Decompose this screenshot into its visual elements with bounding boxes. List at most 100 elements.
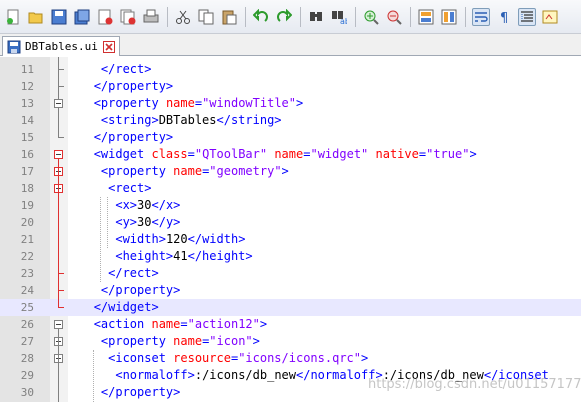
line-code: </property> <box>93 79 174 93</box>
save-button[interactable] <box>50 8 68 26</box>
line-code: </rect> <box>108 266 159 280</box>
code-line[interactable]: 11 </rect> <box>0 61 581 78</box>
redo-button[interactable] <box>275 8 293 26</box>
fold-end-marker <box>58 137 64 138</box>
sync-horizontal-button[interactable] <box>440 8 458 26</box>
line-code: <iconset resource="icons/icons.qrc"> <box>108 351 369 365</box>
code-line[interactable]: 13 <property name="windowTitle"> <box>0 95 581 112</box>
new-file-button[interactable] <box>4 8 22 26</box>
line-code: <property name="geometry"> <box>100 164 289 178</box>
code-line[interactable]: 18 <rect> <box>0 180 581 197</box>
code-line[interactable]: 12 </property> <box>0 78 581 95</box>
svg-text:¶: ¶ <box>500 11 508 25</box>
toolbar-separator <box>300 6 301 27</box>
code-line[interactable]: 28 <iconset resource="icons/icons.qrc"> <box>0 350 581 367</box>
watermark: https://blog.csdn.net/u011571773 <box>368 377 581 392</box>
sync-horizontal-icon <box>441 9 457 24</box>
toolbar-separator <box>167 6 168 27</box>
fold-toggle-icon[interactable] <box>54 99 63 108</box>
code-line[interactable]: 21 <width>120</width> <box>0 231 581 248</box>
line-number: 22 <box>20 250 34 263</box>
code-editor[interactable]: 11 </rect> 12 </property> 13 <property nam… <box>0 57 581 402</box>
close-icon[interactable] <box>102 40 115 53</box>
line-code: <property name="icon"> <box>100 334 260 348</box>
line-code: <y>30</y> <box>115 215 181 229</box>
line-code: <rect> <box>108 181 152 195</box>
save-icon <box>51 9 67 24</box>
line-code: </property> <box>100 385 181 399</box>
user-language-icon <box>542 10 558 23</box>
line-code: <string>DBTables</string> <box>100 113 282 127</box>
line-code: <widget class="QToolBar" name="widget" n… <box>93 147 477 161</box>
close-all-button[interactable] <box>119 8 137 26</box>
code-line[interactable]: 19 <x>30</x> <box>0 197 581 214</box>
code-line[interactable]: 17 <property name="geometry"> <box>0 163 581 180</box>
line-code: <action name="action12"> <box>93 317 268 331</box>
code-line[interactable]: 14 <string>DBTables</string> <box>0 112 581 129</box>
zoom-out-button[interactable] <box>385 8 403 26</box>
line-number: 12 <box>20 80 34 93</box>
user-language-button[interactable] <box>541 8 559 26</box>
line-code: </widget> <box>93 300 159 314</box>
fold-toggle-icon[interactable] <box>54 320 63 329</box>
close-all-icon <box>120 9 136 24</box>
code-line[interactable]: 24 </property> <box>0 282 581 299</box>
close-button[interactable] <box>96 8 114 26</box>
line-number: 24 <box>20 284 34 297</box>
line-code: <property name="windowTitle"> <box>93 96 304 110</box>
code-line[interactable]: 25 </widget> <box>0 299 581 316</box>
fold-end-marker <box>58 307 64 308</box>
zoom-in-icon <box>364 10 379 25</box>
fold-end-marker <box>58 86 64 87</box>
toolbar-separator <box>465 6 466 27</box>
paste-button[interactable] <box>220 8 238 26</box>
indent-guide-button[interactable] <box>518 7 536 26</box>
fold-end-marker <box>58 273 64 274</box>
code-line[interactable]: 26 <action name="action12"> <box>0 316 581 333</box>
show-all-chars-button[interactable]: ¶ <box>495 8 513 26</box>
indent-guide <box>100 197 101 282</box>
line-number: 18 <box>20 182 34 195</box>
zoom-in-button[interactable] <box>362 8 380 26</box>
open-file-icon <box>28 12 43 23</box>
fold-toggle-icon[interactable] <box>54 150 63 159</box>
undo-button[interactable] <box>252 8 270 26</box>
cut-button[interactable] <box>174 8 192 26</box>
toolbar-separator <box>355 6 356 27</box>
svg-text:ab: ab <box>340 17 347 25</box>
line-number: 19 <box>20 199 34 212</box>
save-icon <box>7 40 21 53</box>
code-line[interactable]: 15 </property> <box>0 129 581 146</box>
sync-vertical-icon <box>418 9 434 24</box>
word-wrap-button[interactable] <box>472 7 490 26</box>
fold-tree-line <box>58 329 59 402</box>
replace-icon: ab <box>332 10 347 25</box>
code-line[interactable]: 27 <property name="icon"> <box>0 333 581 350</box>
line-number: 27 <box>20 335 34 348</box>
copy-button[interactable] <box>197 8 215 26</box>
open-file-button[interactable] <box>27 8 45 26</box>
changed-block-line <box>58 159 59 308</box>
find-button[interactable] <box>307 8 325 26</box>
word-wrap-icon <box>475 11 488 22</box>
print-button[interactable] <box>142 8 160 26</box>
line-number: 11 <box>20 63 34 76</box>
toolbar: ab ¶ <box>0 0 581 34</box>
paste-icon <box>222 10 237 24</box>
code-line[interactable]: 20 <y>30</y> <box>0 214 581 231</box>
save-all-button[interactable] <box>73 8 91 26</box>
code-line[interactable]: 22 <height>41</height> <box>0 248 581 265</box>
zoom-out-icon <box>387 10 402 25</box>
line-code: </property> <box>93 130 174 144</box>
line-number: 29 <box>20 369 34 382</box>
replace-button[interactable]: ab <box>330 8 348 26</box>
save-all-icon <box>74 9 90 24</box>
code-line[interactable]: 23 </rect> <box>0 265 581 282</box>
tab-dbtables-ui[interactable]: DBTables.ui <box>2 36 120 56</box>
sync-vertical-button[interactable] <box>417 8 435 26</box>
line-number: 25 <box>20 301 34 314</box>
line-number: 20 <box>20 216 34 229</box>
code-line[interactable]: 16 <widget class="QToolBar" name="widget… <box>0 146 581 163</box>
line-number: 23 <box>20 267 34 280</box>
line-number: 28 <box>20 352 34 365</box>
